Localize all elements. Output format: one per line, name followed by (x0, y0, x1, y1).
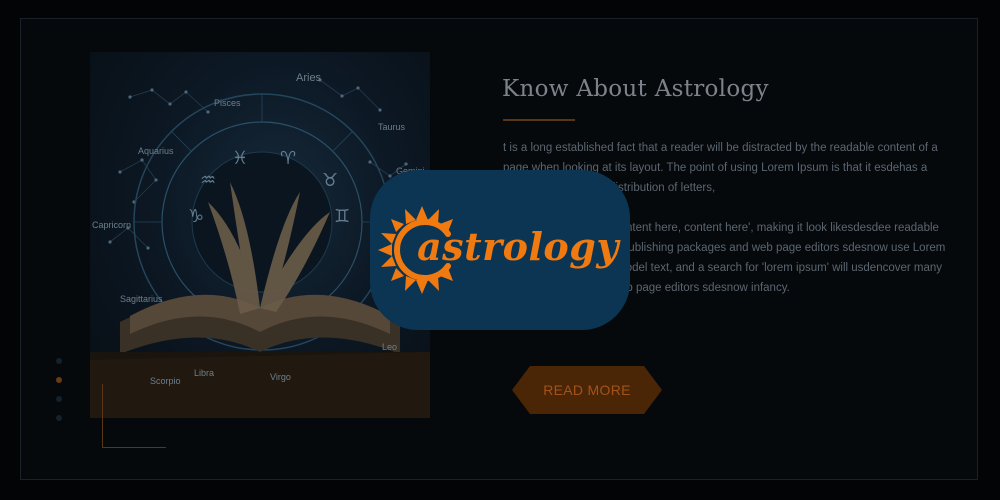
slider-dot[interactable] (56, 415, 62, 421)
section-title: Know About Astrology (502, 76, 769, 102)
slider-dot-active[interactable] (56, 377, 62, 383)
svg-text:♓: ♓ (232, 148, 248, 169)
slider-dots (56, 358, 62, 434)
svg-text:♈: ♈ (280, 148, 296, 169)
title-underline (503, 119, 575, 121)
zodiac-label-pisces: Pisces (214, 98, 241, 108)
zodiac-label-aquarius: Aquarius (138, 146, 174, 156)
zodiac-label-sagittarius: Sagittarius (120, 294, 163, 304)
slider-dot[interactable] (56, 396, 62, 402)
zodiac-label-virgo: Virgo (270, 372, 291, 382)
decorative-corner-vertical (102, 384, 103, 448)
slider-dot[interactable] (56, 358, 62, 364)
zodiac-label-aries: Aries (296, 72, 322, 84)
svg-text:♑: ♑ (188, 206, 204, 227)
zodiac-label-capricorn: Capricorn (92, 220, 132, 230)
svg-text:♒: ♒ (200, 170, 216, 191)
logo-wordmark: astrology (417, 223, 619, 269)
decorative-corner-horizontal (102, 447, 166, 448)
read-more-button[interactable]: READ MORE (512, 366, 662, 414)
zodiac-label-taurus: Taurus (378, 122, 406, 132)
zodiac-label-scorpio: Scorpio (150, 376, 181, 386)
svg-text:♉: ♉ (322, 170, 338, 191)
zodiac-label-libra: Libra (194, 368, 215, 378)
zodiac-label-leo: Leo (382, 342, 398, 352)
astrology-logo-badge: astrology (370, 170, 630, 330)
svg-text:♊: ♊ (334, 206, 350, 227)
